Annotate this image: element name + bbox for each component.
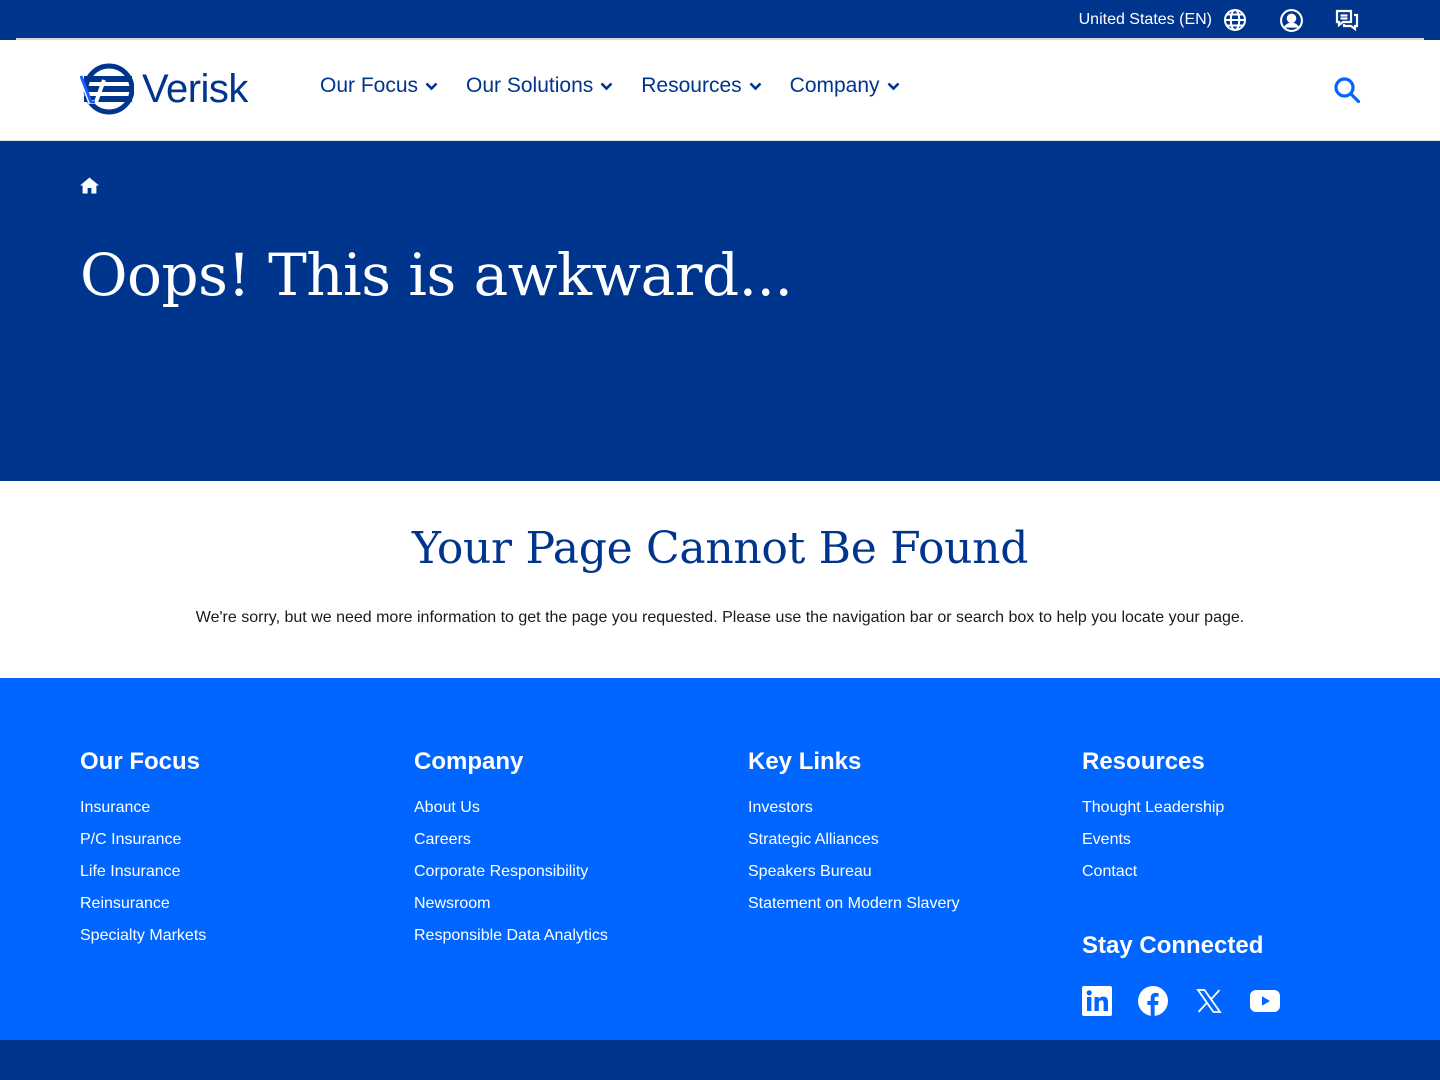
site-footer: Our Focus Insurance P/C Insurance Life I… (0, 678, 1440, 1040)
chevron-down-icon (425, 82, 438, 91)
footer-link[interactable]: Strategic Alliances (748, 824, 960, 856)
not-found-heading: Your Page Cannot Be Found (411, 523, 1029, 574)
footer-link[interactable]: Life Insurance (80, 856, 206, 888)
globe-icon[interactable] (1222, 7, 1248, 33)
footer-link[interactable]: Careers (414, 824, 608, 856)
nav-label: Our Solutions (466, 74, 594, 97)
footer-link[interactable]: Speakers Bureau (748, 856, 960, 888)
main-nav: Our Focus Our Solutions Resources Compan… (320, 74, 928, 98)
stay-connected-heading: Stay Connected (1082, 932, 1264, 959)
not-found-body: We're sorry, but we need more informatio… (195, 609, 1245, 626)
nav-label: Resources (641, 74, 742, 97)
footer-column-company: Company About Us Careers Corporate Respo… (414, 748, 608, 952)
linkedin-icon[interactable] (1082, 986, 1112, 1016)
footer-column-resources: Resources Thought Leadership Events Cont… (1082, 748, 1224, 888)
footer-column-title: Key Links (748, 748, 862, 775)
footer-column-our-focus: Our Focus Insurance P/C Insurance Life I… (80, 748, 206, 952)
footer-link[interactable]: Events (1082, 824, 1224, 856)
nav-our-focus[interactable]: Our Focus (320, 74, 438, 98)
user-account-icon[interactable] (1278, 7, 1304, 33)
nav-company[interactable]: Company (790, 74, 900, 98)
footer-link[interactable]: About Us (414, 792, 608, 824)
verisk-logo[interactable]: Verisk (80, 62, 248, 116)
footer-column-key-links: Key Links Investors Strategic Alliances … (748, 748, 960, 920)
social-links (1082, 986, 1306, 1016)
footer-link[interactable]: Responsible Data Analytics (414, 920, 608, 952)
footer-link[interactable]: Insurance (80, 792, 206, 824)
footer-bottom-bar (0, 1040, 1440, 1080)
footer-link[interactable]: Newsroom (414, 888, 608, 920)
facebook-icon[interactable] (1138, 986, 1168, 1016)
verisk-logo-mark (80, 63, 134, 115)
footer-link[interactable]: Specialty Markets (80, 920, 206, 952)
footer-link[interactable]: Investors (748, 792, 960, 824)
page-title: Oops! This is awkward... (80, 241, 793, 309)
chevron-down-icon (887, 82, 900, 91)
footer-column-title: Our Focus (80, 748, 201, 775)
footer-link[interactable]: Corporate Responsibility (414, 856, 608, 888)
utility-bar: United States (EN) (0, 0, 1440, 40)
chevron-down-icon (749, 82, 762, 91)
nav-label: Our Focus (320, 74, 419, 97)
footer-column-title: Resources (1082, 748, 1205, 775)
logo-wordmark: Verisk (142, 67, 248, 111)
hero-banner: Oops! This is awkward... (0, 141, 1440, 481)
x-icon[interactable] (1194, 986, 1224, 1016)
home-icon[interactable] (80, 177, 99, 199)
footer-link[interactable]: Reinsurance (80, 888, 206, 920)
footer-link[interactable]: Statement on Modern Slavery (748, 888, 960, 920)
utility-actions: United States (EN) (1079, 0, 1360, 40)
nav-resources[interactable]: Resources (641, 74, 762, 98)
footer-link[interactable]: Thought Leadership (1082, 792, 1224, 824)
nav-our-solutions[interactable]: Our Solutions (466, 74, 613, 98)
site-header: Verisk Our Focus Our Solutions Resources… (0, 40, 1440, 141)
not-found-message: Your Page Cannot Be Found We're sorry, b… (0, 481, 1440, 678)
nav-label: Company (789, 74, 880, 97)
chat-support-icon[interactable] (1334, 7, 1360, 33)
footer-column-title: Company (414, 748, 524, 775)
region-selector[interactable]: United States (EN) (1079, 11, 1212, 29)
youtube-icon[interactable] (1250, 986, 1280, 1016)
footer-link[interactable]: P/C Insurance (80, 824, 206, 856)
chevron-down-icon (600, 82, 613, 91)
search-icon[interactable] (1333, 76, 1361, 104)
footer-link[interactable]: Contact (1082, 856, 1224, 888)
